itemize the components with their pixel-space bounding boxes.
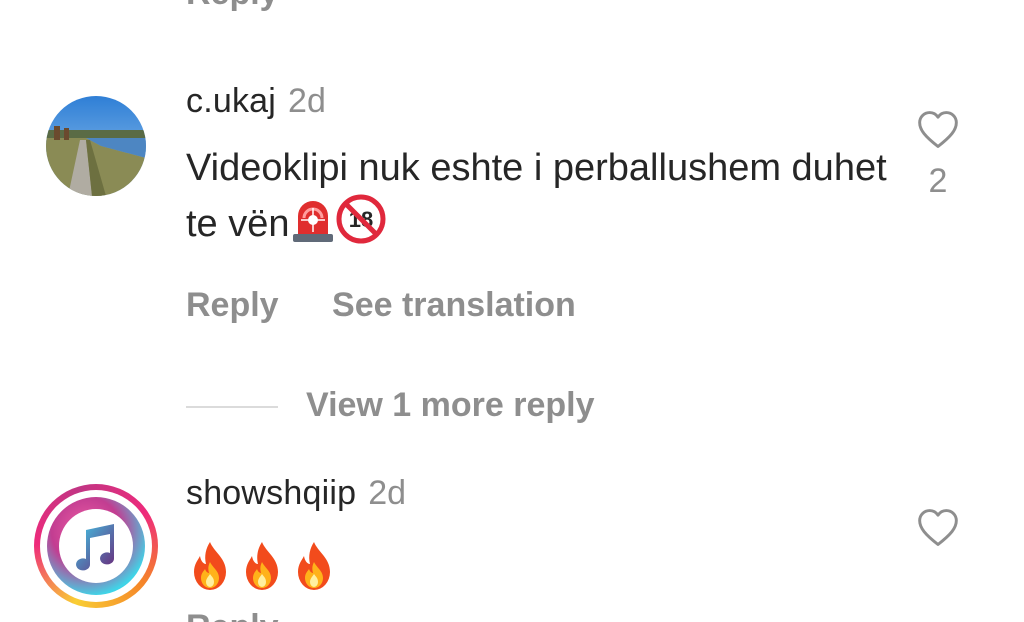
reply-button[interactable]: Reply [186,608,279,622]
timestamp: 2d [288,82,326,120]
timestamp: 2d [368,474,407,512]
avatar[interactable] [46,96,146,196]
comment-actions: Reply See translation [186,286,620,325]
no-under-18-icon: 18 [336,194,386,258]
comment-header: c.ukaj 2d [186,82,326,121]
view-replies-button[interactable]: View 1 more reply [186,386,786,430]
music-note-icon [76,524,115,571]
avatar[interactable] [34,484,158,608]
rotating-light-icon [290,198,336,258]
comment-item: showshqiip 2d Reply [0,474,1024,622]
see-translation-button[interactable]: See translation [332,286,576,324]
comments-page: Reply c.ukaj 2d [0,0,1024,622]
comment-header: showshqiip 2d [186,474,406,513]
comment-item: c.ukaj 2d Videoklipi nuk eshte i perballu… [0,82,1024,336]
reply-button[interactable]: Reply [186,0,279,13]
fire-icon [194,542,226,590]
fire-icon [298,542,330,590]
reply-button[interactable]: Reply [186,286,279,324]
comment-text: Videoklipi nuk eshte i perballushem duhe… [186,142,906,258]
comment-text [186,540,338,592]
username[interactable]: c.ukaj [186,82,276,120]
divider-line [186,406,278,408]
heart-icon[interactable] [916,506,960,550]
fire-icon [246,542,278,590]
avatar-photo [46,96,146,196]
heart-icon[interactable] [916,108,960,152]
like-count: 2 [928,162,948,200]
username[interactable]: showshqiip [186,474,356,512]
view-replies-label: View 1 more reply [306,386,595,424]
